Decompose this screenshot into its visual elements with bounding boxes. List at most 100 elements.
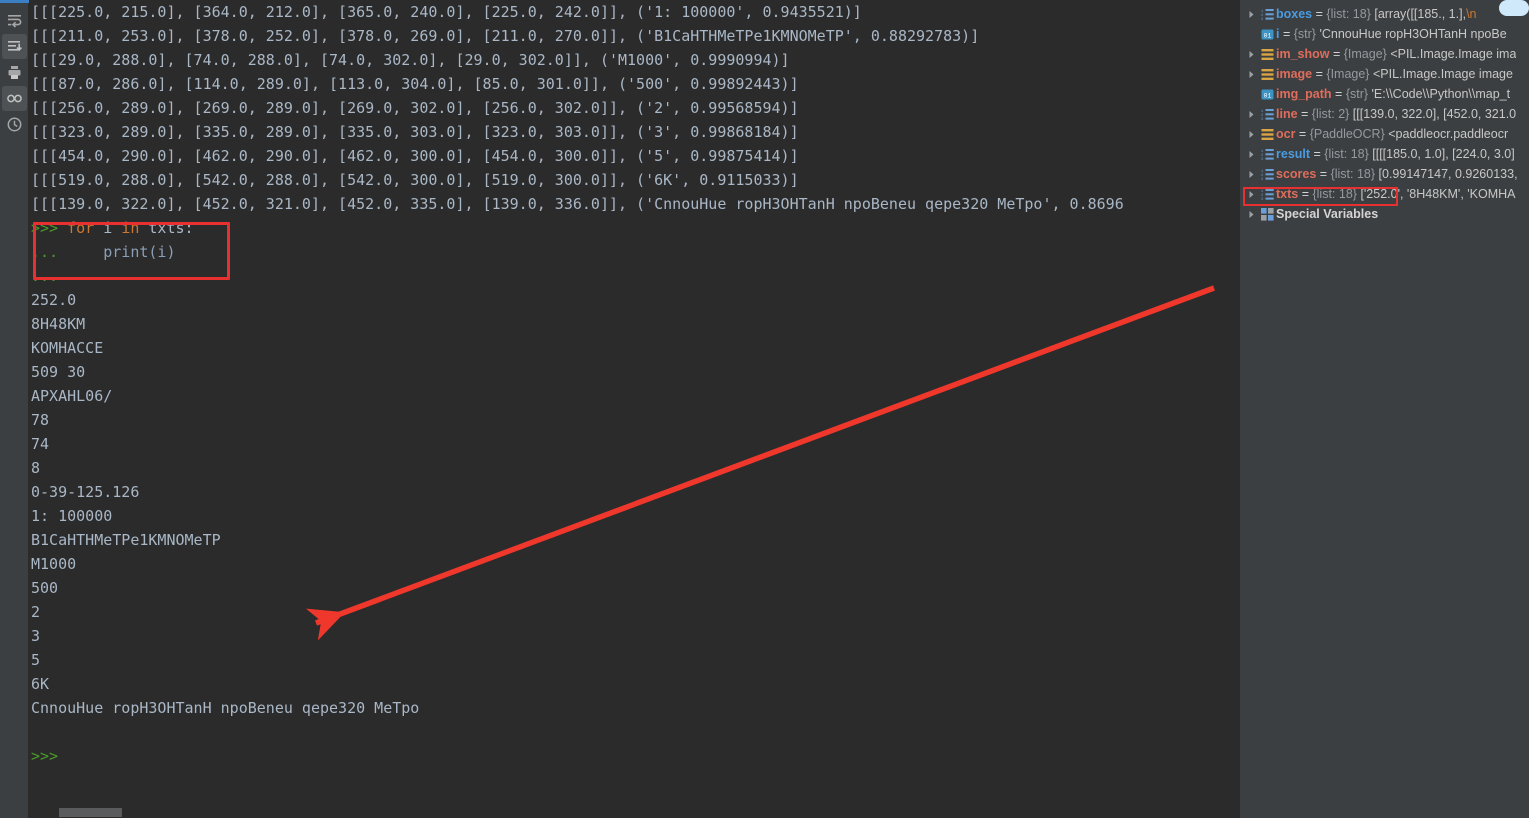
variable-row-img_path[interactable]: 01 img_path = {str} 'E:\\Code\\Python\\ma…: [1240, 84, 1529, 104]
console-line: [[[139.0, 322.0], [452.0, 321.0], [452.0…: [31, 195, 1124, 213]
chevron-right-icon[interactable]: [1244, 170, 1258, 179]
variable-text: img_path = {str} 'E:\\Code\\Python\\map_…: [1276, 84, 1510, 104]
console-toolbar: [0, 0, 29, 818]
variable-row-i[interactable]: 01 i = {str} 'CnnouHue ropH3OHTanH npoBe: [1240, 24, 1529, 44]
keyword-in: in: [121, 219, 140, 237]
console-line: [[[211.0, 253.0], [378.0, 252.0], [378.0…: [31, 27, 980, 45]
chevron-right-icon[interactable]: [1244, 70, 1258, 79]
variable-name: ocr: [1276, 127, 1296, 141]
chevron-right-icon[interactable]: [1244, 210, 1258, 219]
list-icon: 123: [1258, 8, 1276, 21]
scroll-to-end-icon[interactable]: [1, 34, 27, 59]
special-variables-row[interactable]: Special Variables: [1240, 204, 1529, 224]
variable-name: im_show: [1276, 47, 1330, 61]
variable-value: 'E:\\Code\\Python\\map_t: [1368, 87, 1511, 101]
console-line: 8: [31, 459, 41, 477]
variable-value: [[[[185.0, 1.0], [224.0, 3.0]: [1368, 147, 1515, 161]
print-icon[interactable]: [2, 60, 27, 85]
variable-value: 'CnnouHue ropH3OHTanH npoBe: [1315, 27, 1507, 41]
console-line: [[[87.0, 286.0], [114.0, 289.0], [113.0,…: [31, 75, 799, 93]
variable-row-image[interactable]: image = {Image} <PIL.Image.Image image: [1240, 64, 1529, 84]
variables-list: 1 2 3 boxes = {list: 18} [array([[185., 1.]…: [1240, 0, 1529, 204]
variable-row-scores[interactable]: 1 2 3 scores = {list: 18} [0.99147147, 0.92…: [1240, 164, 1529, 184]
console-line: 2: [31, 603, 41, 621]
accent-strip: [0, 0, 29, 3]
object-icon: [1258, 128, 1276, 141]
variable-row-line[interactable]: 1 2 3 line = {list: 2} [[[139.0, 322.0], [4…: [1240, 104, 1529, 124]
variable-equals: =: [1279, 27, 1294, 41]
variables-panel[interactable]: 1 2 3 boxes = {list: 18} [array([[185., 1.]…: [1240, 0, 1529, 818]
console-line: 252.0: [31, 291, 77, 309]
variable-value: <PIL.Image.Image ima: [1386, 47, 1517, 61]
variable-value: [0.99147147, 0.9260133,: [1375, 167, 1518, 181]
variable-equals: =: [1295, 127, 1310, 141]
variable-type: {list: 18}: [1312, 187, 1357, 201]
variable-name: image: [1276, 67, 1313, 81]
svg-text:3: 3: [1261, 158, 1263, 161]
console-horizontal-scrollbar-thumb[interactable]: [59, 808, 122, 817]
variable-value: <PIL.Image.Image image: [1369, 67, 1513, 81]
variable-type: {Image}: [1326, 67, 1370, 81]
chevron-right-icon[interactable]: [1244, 150, 1258, 159]
console-line: 5: [31, 651, 41, 669]
console-horizontal-scrollbar-track[interactable]: [29, 806, 1240, 818]
variable-value: <paddleocr.paddleocr: [1384, 127, 1509, 141]
glasses-icon[interactable]: [1, 86, 27, 111]
variable-row-result[interactable]: 1 2 3 result = {list: 18} [[[[185.0, 1.0], …: [1240, 144, 1529, 164]
object-icon: [1258, 68, 1276, 81]
console-line: KOMHACCE: [31, 339, 104, 357]
variable-value: [array([[185., 1.],: [1370, 7, 1467, 21]
variable-name: img_path: [1276, 87, 1332, 101]
variable-type: {Image}: [1343, 47, 1387, 61]
variable-type: {list: 2}: [1311, 107, 1350, 121]
special-variables-icon: [1258, 207, 1276, 221]
object-icon: [1258, 48, 1276, 61]
console-output-area[interactable]: [[[225.0, 215.0], [364.0, 212.0], [365.0…: [29, 0, 1240, 818]
variable-type: {str}: [1345, 87, 1369, 101]
console-line: CnnouHue ropH3OHTanH npoBeneu qepe320 Me…: [31, 699, 420, 717]
console-line: [[[225.0, 215.0], [364.0, 212.0], [365.0…: [31, 3, 862, 21]
chevron-right-icon[interactable]: [1244, 110, 1258, 119]
console-line: 500: [31, 579, 59, 597]
variable-row-ocr[interactable]: ocr = {PaddleOCR} <paddleocr.paddleocr: [1240, 124, 1529, 144]
variable-value: [[[139.0, 322.0], [452.0, 321.0: [1349, 107, 1517, 121]
soft-wrap-icon[interactable]: [2, 8, 27, 33]
console-line: ...: [29, 264, 1240, 288]
console-line: [[[256.0, 289.0], [269.0, 289.0], [269.0…: [31, 99, 799, 117]
console-line: 1: 100000: [31, 507, 113, 525]
console-vertical-scrollbar-track[interactable]: [1223, 0, 1237, 818]
chevron-right-icon[interactable]: [1244, 10, 1258, 19]
variable-text: txts = {list: 18} ['252.0', '8H48KM', 'K…: [1276, 184, 1516, 204]
console-line: 3: [31, 627, 41, 645]
variable-text: scores = {list: 18} [0.99147147, 0.92601…: [1276, 164, 1518, 184]
svg-text:01: 01: [1263, 92, 1271, 99]
console-line: B1CaHTHMeTPe1KMNOMeTP: [31, 531, 221, 549]
variable-value: ['252.0', '8H48KM', 'KOMHA: [1356, 187, 1516, 201]
svg-text:3: 3: [1261, 198, 1263, 201]
svg-text:01: 01: [1263, 32, 1271, 39]
console-prompt: ...: [31, 243, 68, 261]
console-line: >>>: [29, 744, 1240, 768]
console-line: [[[29.0, 288.0], [74.0, 288.0], [74.0, 3…: [31, 51, 790, 69]
console-prompt: >>>: [31, 219, 68, 237]
list-icon: 123: [1258, 188, 1276, 201]
variable-text: im_show = {Image} <PIL.Image.Image ima: [1276, 44, 1516, 64]
variable-equals: =: [1298, 187, 1313, 201]
chevron-right-icon[interactable]: [1244, 130, 1258, 139]
variable-row-txts[interactable]: 1 2 3 txts = {list: 18} ['252.0', '8H48KM',…: [1240, 184, 1529, 204]
variable-text: i = {str} 'CnnouHue ropH3OHTanH npoBe: [1276, 24, 1507, 44]
variable-row-im_show[interactable]: im_show = {Image} <PIL.Image.Image ima: [1240, 44, 1529, 64]
svg-text:3: 3: [1261, 18, 1263, 21]
chevron-right-icon[interactable]: [1244, 50, 1258, 59]
history-clock-icon[interactable]: [2, 112, 27, 137]
variable-type: {list: 18}: [1330, 167, 1376, 181]
variable-equals: =: [1329, 47, 1344, 61]
variable-text: boxes = {list: 18} [array([[185., 1.],\n: [1276, 4, 1477, 24]
variable-row-boxes[interactable]: 1 2 3 boxes = {list: 18} [array([[185., 1.]…: [1240, 4, 1529, 24]
variable-equals: =: [1316, 167, 1331, 181]
console-line: 74: [31, 435, 50, 453]
variable-name: line: [1276, 107, 1298, 121]
chevron-right-icon[interactable]: [1244, 190, 1258, 199]
